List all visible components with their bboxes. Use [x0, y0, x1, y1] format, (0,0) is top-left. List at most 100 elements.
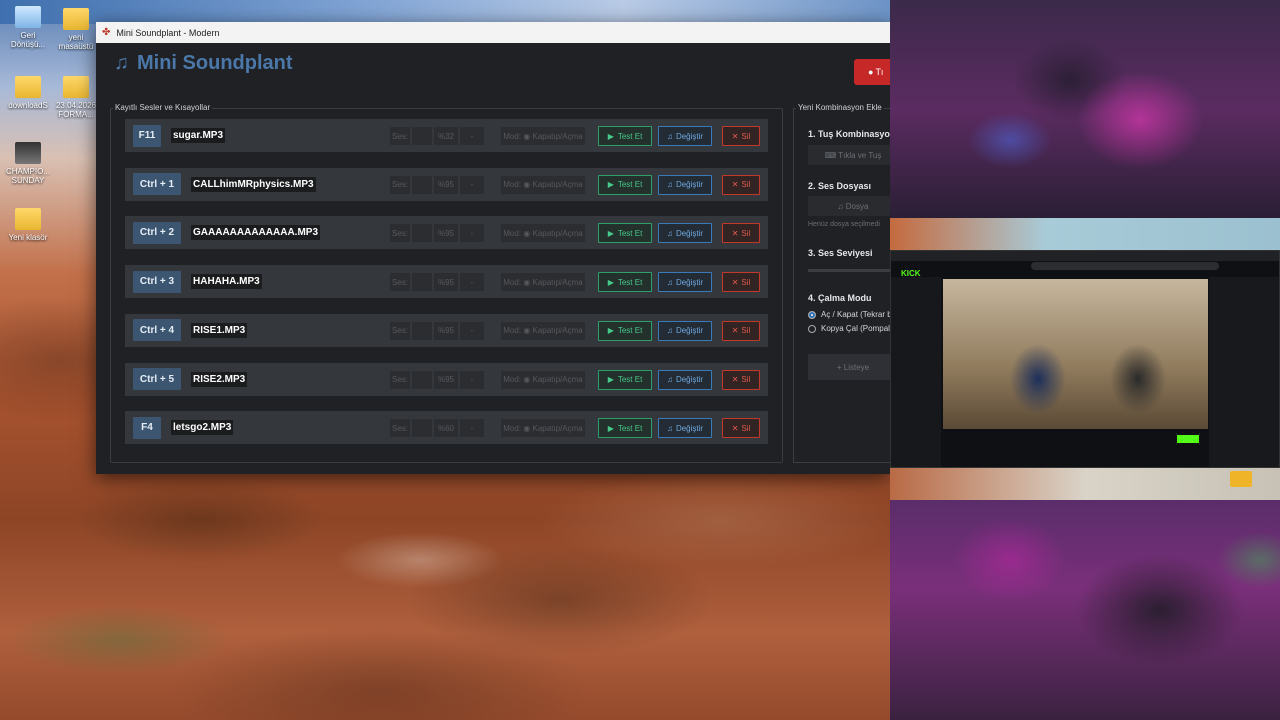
video-thumbnail-icon	[15, 142, 41, 164]
wallpaper-strip	[890, 218, 1280, 250]
choose-file-button[interactable]: ♫ Dosya	[808, 196, 898, 216]
change-button[interactable]: ♫ Değiştir	[658, 369, 712, 390]
sound-list-group: Kayıtlı Sesler ve Kısayollar F11 sugar.M…	[110, 103, 783, 463]
volume-stepper[interactable]: -	[460, 321, 484, 340]
test-button[interactable]: ▶ Test Et	[598, 223, 652, 244]
test-button[interactable]: ▶ Test Et	[598, 369, 652, 390]
volume-stepper[interactable]: -	[460, 224, 484, 243]
browser-url-bar[interactable]	[1031, 262, 1219, 270]
volume-slider[interactable]	[412, 224, 432, 243]
shortcut-key-badge: F4	[133, 416, 161, 439]
sound-file-name: CALLhimMRphysics.MP3	[191, 176, 316, 192]
delete-button[interactable]: ✕ Sil	[722, 369, 760, 390]
record-dot-icon: ●	[868, 67, 874, 77]
volume-slider[interactable]	[412, 273, 432, 292]
sound-file-name: RISE2.MP3	[191, 371, 248, 387]
mode-copy-radio[interactable]: Kopya Çal (Pompala	[808, 324, 894, 333]
stepper-icon: -	[470, 277, 474, 287]
delete-button[interactable]: ✕ Sil	[722, 223, 760, 244]
volume-slider[interactable]	[412, 370, 432, 389]
music-note-icon: ♫	[666, 375, 673, 384]
play-mode-select[interactable]: Mod: ◉ Kapatıp/Açma	[501, 127, 585, 145]
desktop-icon-yeni-klasor[interactable]: Yeni klasör	[0, 208, 56, 242]
follow-button[interactable]	[1177, 435, 1199, 443]
mode-toggle-radio[interactable]: Aç / Kapat (Tekrar b	[808, 310, 892, 319]
sound-row: F4 letsgo2.MP3 Ses: %60 - Mod: ◉ Kapatıp…	[125, 411, 768, 445]
shortcut-key-badge: Ctrl + 1	[133, 173, 181, 196]
test-button[interactable]: ▶ Test Et	[598, 126, 652, 146]
change-button[interactable]: ♫ Değiştir	[658, 320, 712, 341]
shortcut-key-badge: Ctrl + 3	[133, 270, 181, 293]
desktop-icon-champio-sunday[interactable]: CHAMPIO... SUNDAY	[0, 142, 56, 185]
volume-stepper[interactable]: -	[460, 419, 484, 438]
delete-button[interactable]: ✕ Sil	[722, 272, 760, 293]
delete-button[interactable]: ✕ Sil	[722, 418, 760, 439]
play-mode-select[interactable]: Mod: ◉ Kapatıp/Açma	[501, 224, 585, 243]
volume-value: %95	[434, 321, 458, 340]
test-button[interactable]: ▶ Test Et	[598, 418, 652, 439]
change-button[interactable]: ♫ Değiştir	[658, 272, 712, 293]
delete-button[interactable]: ✕ Sil	[722, 174, 760, 195]
play-mode-select[interactable]: Mod: ◉ Kapatıp/Açma	[501, 321, 585, 340]
stream-video[interactable]	[943, 279, 1208, 429]
play-mode-select[interactable]: Mod: ◉ Kapatıp/Açma	[501, 273, 585, 292]
new-combo-group-label: Yeni Kombinasyon Ekle	[796, 103, 884, 112]
shortcut-key-badge: F11	[133, 124, 161, 147]
sound-list-group-label: Kayıtlı Sesler ve Kısayollar	[113, 103, 213, 112]
volume-stepper[interactable]: -	[460, 370, 484, 389]
sound-file-name: GAAAAAAAAAAAAA.MP3	[191, 225, 320, 241]
test-button[interactable]: ▶ Test Et	[598, 174, 652, 195]
stream-info	[947, 433, 1207, 463]
volume-stepper[interactable]: -	[460, 127, 484, 145]
file-hint: Henüz dosya seçilmedi	[808, 221, 880, 228]
volume-slider[interactable]	[412, 419, 432, 438]
play-mode-select[interactable]: Mod: ◉ Kapatıp/Açma	[501, 370, 585, 389]
change-button[interactable]: ♫ Değiştir	[658, 174, 712, 195]
app-icon: ✤	[102, 27, 111, 38]
volume-slider[interactable]	[412, 321, 432, 340]
play-mode-select[interactable]: Mod: ◉ Kapatıp/Açma	[501, 419, 585, 438]
volume-value: %95	[434, 273, 458, 292]
webcam-bottom-overlay	[890, 500, 1280, 720]
sound-row: Ctrl + 1 CALLhimMRphysics.MP3 Ses: %95 -…	[125, 167, 768, 201]
change-button[interactable]: ♫ Değiştir	[658, 418, 712, 439]
delete-button[interactable]: ✕ Sil	[722, 126, 760, 146]
change-button[interactable]: ♫ Değiştir	[658, 223, 712, 244]
close-icon: ✕	[731, 131, 739, 141]
sound-row: Ctrl + 4 RISE1.MP3 Ses: %95 - Mod: ◉ Kap…	[125, 313, 768, 347]
stepper-icon: -	[470, 131, 474, 141]
record-button[interactable]: ● Tı	[854, 59, 890, 85]
delete-button[interactable]: ✕ Sil	[722, 320, 760, 341]
volume-slider[interactable]	[808, 269, 898, 272]
test-button[interactable]: ▶ Test Et	[598, 272, 652, 293]
folder-icon	[63, 8, 89, 30]
tray-folder-icon[interactable]	[1230, 471, 1252, 487]
window-titlebar[interactable]: ✤ Mini Soundplant - Modern	[96, 22, 890, 43]
volume-value: %95	[434, 224, 458, 243]
wallpaper-sky	[0, 0, 890, 24]
capture-key-button[interactable]: ⌨ Tıkla ve Tuş	[808, 145, 898, 165]
close-icon: ✕	[731, 180, 739, 190]
shortcut-key-badge: Ctrl + 4	[133, 319, 181, 342]
close-icon: ✕	[731, 423, 739, 433]
volume-stepper[interactable]: -	[460, 273, 484, 292]
volume-stepper[interactable]: -	[460, 175, 484, 194]
play-icon: ▶	[607, 180, 614, 190]
sound-row: Ctrl + 2 GAAAAAAAAAAAAA.MP3 Ses: %95 - M…	[125, 216, 768, 250]
volume-label: Ses:	[390, 175, 410, 194]
sound-file-name: sugar.MP3	[171, 128, 226, 143]
folder-icon	[15, 76, 41, 98]
volume-slider[interactable]	[412, 175, 432, 194]
folder-icon	[63, 76, 89, 98]
test-button[interactable]: ▶ Test Et	[598, 320, 652, 341]
add-to-list-button[interactable]: + Listeye	[808, 354, 898, 380]
volume-value: %95	[434, 370, 458, 389]
change-button[interactable]: ♫ Değiştir	[658, 126, 712, 146]
app-window: ✤ Mini Soundplant - Modern ♫ Mini Soundp…	[96, 22, 898, 474]
webcam-top-overlay	[890, 0, 1280, 218]
step2-title: 2. Ses Dosyası	[808, 181, 872, 191]
browser-stream-window: KICK	[890, 250, 1280, 468]
volume-slider[interactable]	[412, 127, 432, 145]
play-mode-select[interactable]: Mod: ◉ Kapatıp/Açma	[501, 175, 585, 194]
play-icon: ▶	[607, 131, 614, 141]
